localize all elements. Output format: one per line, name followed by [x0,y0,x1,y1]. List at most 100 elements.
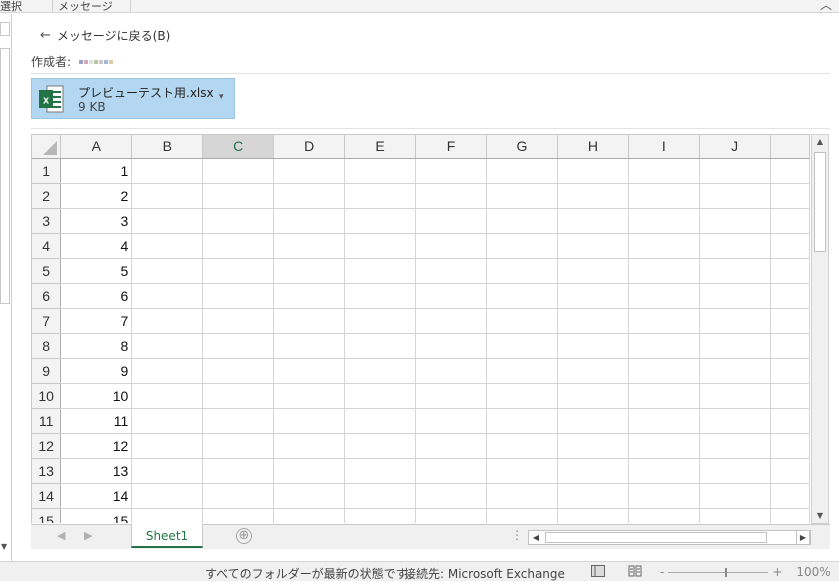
cell[interactable] [415,333,487,359]
row-header[interactable]: 2 [32,183,62,209]
cell[interactable] [770,208,810,234]
cell[interactable] [344,483,417,509]
cell[interactable] [415,358,487,384]
cell[interactable] [486,483,558,509]
cell[interactable] [415,183,487,209]
row-header[interactable]: 14 [32,483,62,509]
column-header[interactable]: E [344,135,417,159]
cell[interactable] [628,308,700,334]
row-header[interactable]: 13 [32,458,62,484]
cell[interactable] [344,208,417,234]
cell[interactable] [557,183,629,209]
column-header[interactable]: F [415,135,487,159]
cell[interactable] [202,308,275,334]
cell[interactable] [131,433,204,459]
column-header[interactable]: J [699,135,771,159]
cell[interactable] [628,408,700,434]
cell[interactable] [131,408,204,434]
cell[interactable] [699,433,771,459]
cell[interactable]: 9 [60,358,133,384]
cell[interactable] [770,183,810,209]
cell[interactable] [415,383,487,409]
zoom-in-button[interactable]: + [772,565,782,579]
cell[interactable] [699,383,771,409]
cell[interactable] [344,183,417,209]
cell[interactable] [131,458,204,484]
column-header[interactable]: B [131,135,204,159]
cell[interactable] [628,208,700,234]
column-header[interactable]: C [202,135,275,159]
horizontal-scrollbar[interactable]: ◀ [528,530,811,545]
cell[interactable] [202,433,275,459]
cell[interactable] [344,333,417,359]
cell[interactable] [628,383,700,409]
cell[interactable] [557,158,629,184]
cell[interactable] [628,283,700,309]
cell[interactable] [486,358,558,384]
collapse-ribbon-icon[interactable]: ︿ [820,0,832,13]
cell[interactable] [486,258,558,284]
cell[interactable] [344,233,417,259]
cell[interactable] [344,433,417,459]
cell[interactable] [131,483,204,509]
cell[interactable] [202,208,275,234]
cell[interactable] [273,458,346,484]
cell[interactable] [770,333,810,359]
cell[interactable] [344,258,417,284]
cell[interactable] [273,508,346,523]
cell[interactable] [273,333,346,359]
cell[interactable] [202,508,275,523]
cell[interactable] [131,208,204,234]
tab-splitter-icon[interactable]: ⋮ [511,528,523,542]
cell[interactable] [699,508,771,523]
add-sheet-icon[interactable]: ⊕ [236,528,252,544]
cell[interactable] [699,358,771,384]
column-header[interactable]: I [628,135,700,159]
cell[interactable] [557,283,629,309]
cell[interactable] [486,508,558,523]
cell[interactable] [770,408,810,434]
cell[interactable] [486,333,558,359]
cell[interactable] [273,283,346,309]
select-all-corner[interactable] [32,135,62,159]
cell-grid[interactable]: ABCDEFGHIJ 1 1 2 2 3 3 4 4 5 5 6 6 7 7 8 8 9 9 10 10 11 11 12 1… [32,135,810,523]
cell[interactable] [415,408,487,434]
cell[interactable]: 11 [60,408,133,434]
cell[interactable] [344,408,417,434]
cell[interactable] [486,183,558,209]
cell[interactable] [486,408,558,434]
cell[interactable] [770,508,810,523]
cell[interactable] [415,208,487,234]
cell[interactable] [486,158,558,184]
cell[interactable] [770,433,810,459]
cell[interactable] [557,433,629,459]
chevron-down-icon[interactable]: ▾ [219,92,224,102]
cell[interactable] [628,158,700,184]
cell[interactable]: 10 [60,383,133,409]
cell[interactable] [273,408,346,434]
cell[interactable] [557,208,629,234]
cell[interactable] [770,283,810,309]
cell[interactable] [131,233,204,259]
cell[interactable] [273,158,346,184]
scroll-down-icon[interactable]: ▼ [1,542,7,551]
row-header[interactable]: 10 [32,383,62,409]
cell[interactable] [202,458,275,484]
cell[interactable] [770,308,810,334]
cell[interactable] [415,233,487,259]
cell[interactable] [415,283,487,309]
reading-view-icon[interactable] [628,565,642,577]
cell[interactable] [557,508,629,523]
cell[interactable] [699,333,771,359]
cell[interactable] [344,458,417,484]
cell[interactable] [273,233,346,259]
row-header[interactable]: 4 [32,233,62,259]
cell[interactable] [202,183,275,209]
cell[interactable] [415,483,487,509]
scrollbar-thumb[interactable] [545,532,767,543]
select-label[interactable]: 選択 [0,0,22,14]
cell[interactable] [486,433,558,459]
row-header[interactable]: 12 [32,433,62,459]
cell[interactable] [202,383,275,409]
cell[interactable]: 13 [60,458,133,484]
